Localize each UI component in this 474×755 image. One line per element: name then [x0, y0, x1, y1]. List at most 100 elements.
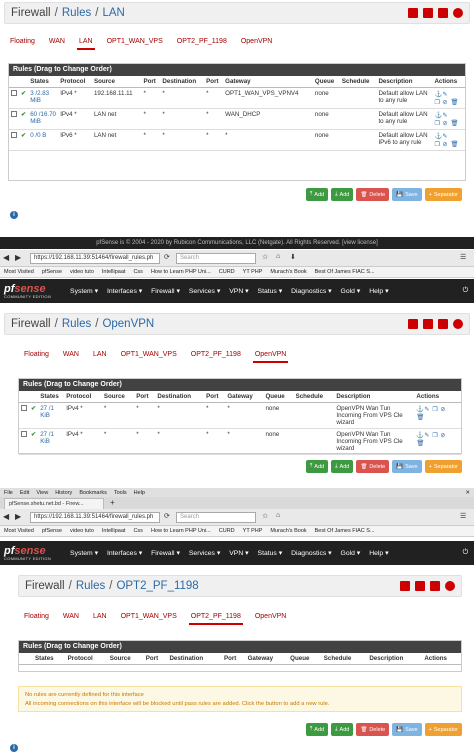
row-checkbox[interactable]: [11, 111, 17, 117]
home-icon[interactable]: ⌂: [276, 253, 280, 260]
menu-history[interactable]: History: [55, 490, 72, 496]
forward-icon[interactable]: ▶: [15, 253, 21, 262]
delete-button[interactable]: 🗑 Delete: [356, 460, 390, 473]
anchor-icon[interactable]: ⚓: [434, 111, 442, 119]
back-icon[interactable]: ◀: [3, 253, 9, 262]
edit-icon[interactable]: ✎: [424, 432, 431, 439]
menu-icon[interactable]: ☰: [460, 512, 466, 520]
cell-states[interactable]: 60 /16.70 MiB: [28, 108, 59, 130]
forward-icon[interactable]: ▶: [15, 512, 21, 521]
add-top-button[interactable]: ⤒ Add: [305, 188, 329, 201]
chart-icon[interactable]: [423, 319, 433, 329]
row-checkbox[interactable]: [11, 132, 17, 138]
home-icon[interactable]: ⌂: [276, 512, 280, 519]
tab-floating[interactable]: Floating: [22, 351, 51, 363]
bookmark-item[interactable]: Intellipaat: [102, 528, 126, 534]
tab-lan[interactable]: LAN: [91, 613, 109, 625]
list-icon[interactable]: [438, 8, 448, 18]
tab-opt2[interactable]: OPT2_PF_1198: [189, 351, 243, 363]
list-icon[interactable]: [430, 581, 440, 591]
nav-firewall[interactable]: Firewall ▾: [151, 549, 180, 557]
delete-icon[interactable]: 🗑: [450, 119, 458, 127]
nav-diagnostics[interactable]: Diagnostics ▾: [291, 287, 331, 295]
row-checkbox[interactable]: [11, 90, 17, 96]
bookmark-item[interactable]: YT PHP: [243, 269, 263, 275]
url-bar[interactable]: https://192.168.11.39:51464/firewall_rul…: [30, 512, 160, 523]
copy-icon[interactable]: ❐: [434, 120, 441, 127]
bookmark-item[interactable]: How to Learn PHP Uni...: [151, 269, 211, 275]
row-checkbox[interactable]: [21, 405, 27, 411]
search-input[interactable]: Search: [176, 253, 256, 264]
tab-opt1[interactable]: OPT1_WAN_VPS: [105, 38, 165, 50]
menu-help[interactable]: Help: [134, 490, 145, 496]
bookmark-item[interactable]: Css: [133, 269, 142, 275]
disable-icon[interactable]: ⊘: [442, 120, 449, 127]
tab-opt2[interactable]: OPT2_PF_1198: [188, 613, 243, 625]
nav-gold[interactable]: Gold ▾: [341, 287, 361, 295]
tab-opt1[interactable]: OPT1_WAN_VPS: [119, 351, 179, 363]
menu-tools[interactable]: Tools: [114, 490, 127, 496]
star-icon[interactable]: ☆: [262, 512, 268, 520]
bookmark-item[interactable]: Best Of James FIAC S...: [315, 528, 375, 534]
bookmark-item[interactable]: YT PHP: [243, 528, 263, 534]
copy-icon[interactable]: ❐: [434, 99, 441, 106]
tab-opt2[interactable]: OPT2_PF_1198: [175, 38, 229, 50]
edit-icon[interactable]: ✎: [442, 133, 449, 140]
anchor-icon[interactable]: ⚓: [416, 405, 424, 413]
nav-status[interactable]: Status ▾: [258, 549, 283, 557]
delete-icon[interactable]: 🗑: [450, 98, 458, 106]
menu-view[interactable]: View: [36, 490, 48, 496]
list-icon[interactable]: [438, 319, 448, 329]
new-tab-icon[interactable]: +: [110, 498, 115, 507]
copy-icon[interactable]: ❐: [432, 406, 439, 413]
edit-icon[interactable]: ✎: [442, 91, 449, 98]
tab-openvpn[interactable]: OpenVPN: [252, 351, 289, 363]
breadcrumb-mid[interactable]: Rules: [62, 7, 91, 19]
separator-button[interactable]: + Separator: [424, 460, 462, 473]
nav-help[interactable]: Help ▾: [369, 287, 388, 295]
bookmark-item[interactable]: pfSense: [42, 528, 62, 534]
back-icon[interactable]: ◀: [3, 512, 9, 521]
nav-vpn[interactable]: VPN ▾: [229, 287, 248, 295]
nav-system[interactable]: System ▾: [70, 549, 98, 557]
row-checkbox[interactable]: [21, 431, 27, 437]
delete-icon[interactable]: 🗑: [416, 413, 424, 421]
search-input[interactable]: Search: [176, 512, 256, 523]
cell-states[interactable]: 27 /1 KiB: [38, 428, 65, 455]
breadcrumb-leaf[interactable]: OpenVPN: [102, 318, 154, 330]
settings-icon[interactable]: [408, 8, 418, 18]
table-row[interactable]: ✔ 60 /16.70 MiB IPv4 * LAN net * * * WAN…: [9, 108, 465, 130]
separator-button[interactable]: + Separator: [424, 188, 462, 201]
bookmark-item[interactable]: Most Visited: [4, 528, 34, 534]
copy-icon[interactable]: ❐: [432, 432, 439, 439]
nav-services[interactable]: Services ▾: [189, 549, 220, 557]
cell-states[interactable]: 0 /0 B: [28, 129, 59, 151]
bookmark-item[interactable]: video tuto: [70, 528, 94, 534]
bookmark-item[interactable]: video tuto: [70, 269, 94, 275]
tab-floating[interactable]: Floating: [8, 38, 37, 50]
settings-icon[interactable]: [400, 581, 410, 591]
anchor-icon[interactable]: ⚓: [434, 90, 442, 98]
logout-icon[interactable]: ⏻: [463, 549, 468, 557]
chart-icon[interactable]: [415, 581, 425, 591]
tab-wan[interactable]: WAN: [47, 38, 67, 50]
breadcrumb-root[interactable]: Firewall: [25, 580, 65, 592]
nav-interfaces[interactable]: Interfaces ▾: [107, 549, 142, 557]
anchor-icon[interactable]: ⚓: [434, 132, 442, 140]
tab-openvpn[interactable]: OpenVPN: [239, 38, 275, 50]
menu-file[interactable]: File: [4, 490, 13, 496]
disable-icon[interactable]: ⊘: [442, 99, 449, 106]
tab-opt1[interactable]: OPT1_WAN_VPS: [119, 613, 179, 625]
browser-tab[interactable]: pfSense.shetu.net.bd - Firew...: [4, 498, 104, 509]
add-bottom-button[interactable]: ⤓ Add: [331, 460, 354, 473]
help-icon[interactable]: [445, 581, 455, 591]
delete-button[interactable]: 🗑 Delete: [356, 188, 390, 201]
menu-edit[interactable]: Edit: [20, 490, 29, 496]
anchor-icon[interactable]: ⚓: [416, 431, 424, 439]
bookmark-item[interactable]: Most Visited: [4, 269, 34, 275]
bookmark-item[interactable]: CURD: [219, 528, 235, 534]
star-icon[interactable]: ☆: [262, 253, 268, 261]
pfsense-logo[interactable]: pfsense COMMUNITY EDITION: [4, 283, 51, 299]
tab-floating[interactable]: Floating: [22, 613, 51, 625]
bookmark-item[interactable]: CURD: [219, 269, 235, 275]
